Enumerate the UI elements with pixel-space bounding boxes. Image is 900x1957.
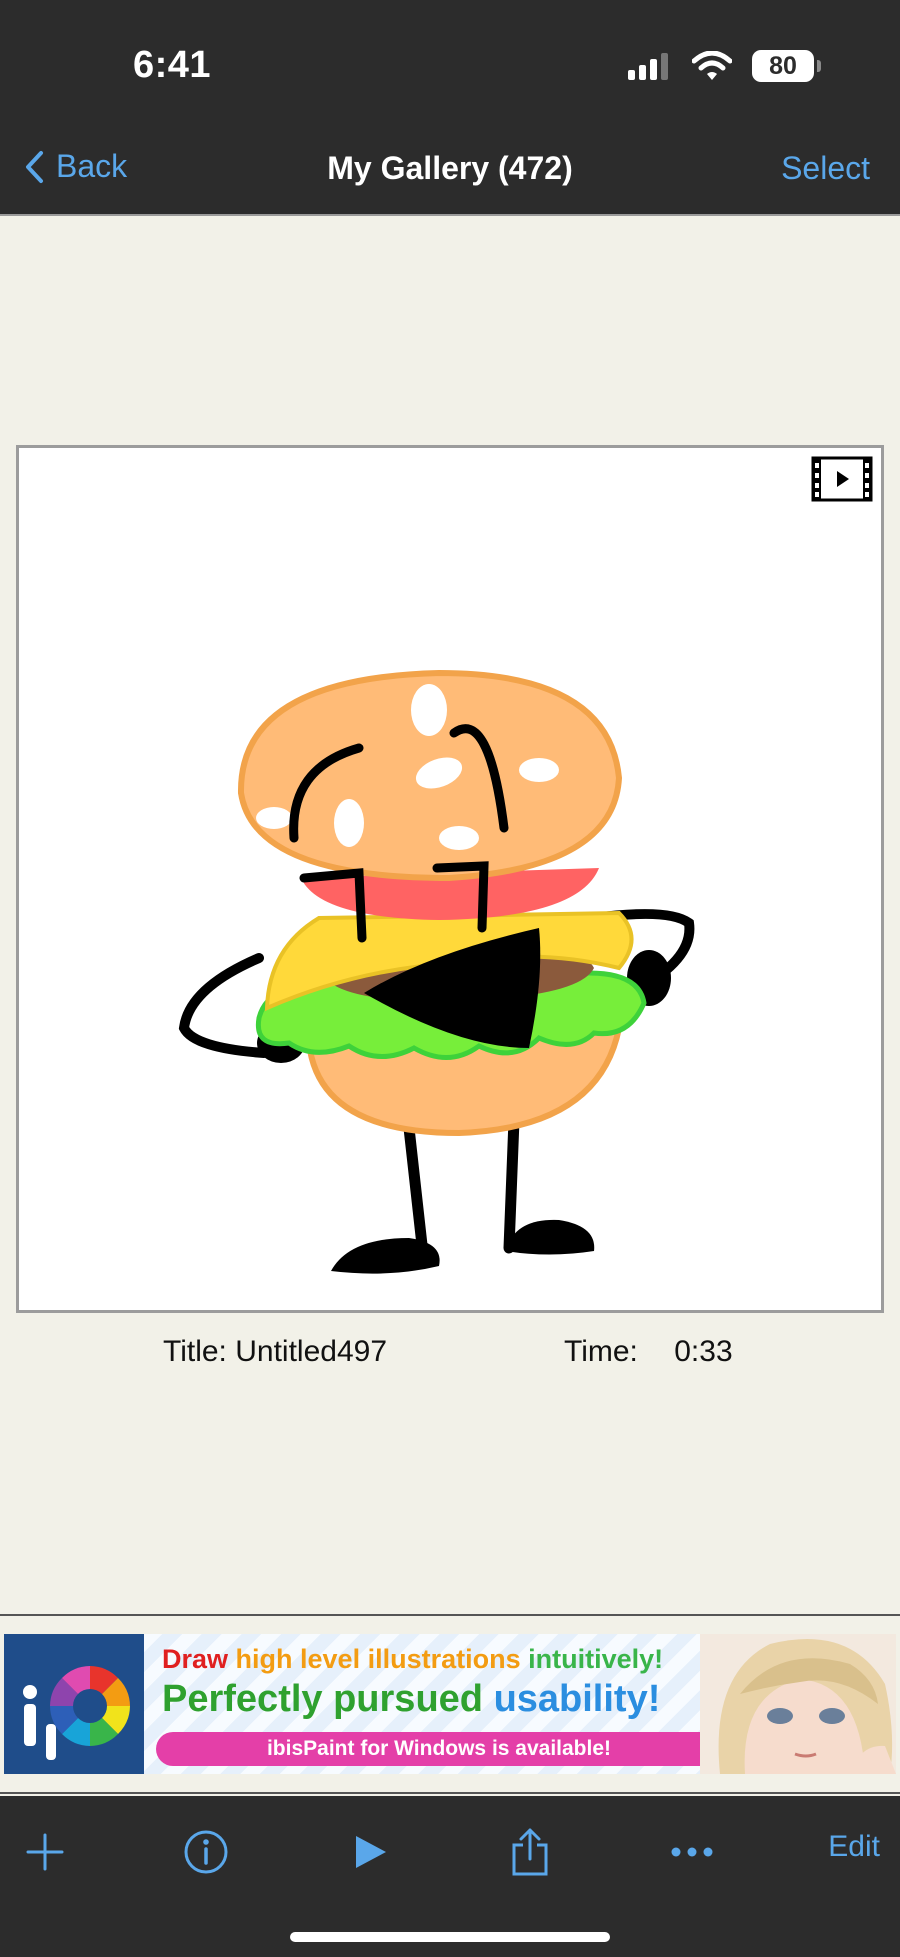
divider [0, 1614, 900, 1616]
ad-cta-pill: ibisPaint for Windows is available! [156, 1732, 722, 1766]
plus-icon [26, 1833, 64, 1871]
play-icon [356, 1836, 386, 1868]
ad-slogan: Perfectly pursued usability! [162, 1678, 660, 1721]
movie-play-icon[interactable] [811, 456, 873, 502]
status-icons: 80 [628, 50, 821, 82]
ad-slogan-part: Perfectly pursued [162, 1678, 483, 1720]
more-button[interactable] [662, 1822, 722, 1882]
share-button[interactable] [500, 1822, 560, 1882]
signal-icon [628, 53, 668, 80]
title-value: Untitled497 [235, 1335, 388, 1368]
bottom-toolbar: Edit [0, 1796, 900, 1957]
status-bar: 6:41 80 [0, 0, 900, 110]
ad-headline-part: Draw [162, 1644, 229, 1674]
battery-icon: 80 [752, 50, 821, 82]
navigation-bar: Back My Gallery (472) Select [0, 110, 900, 216]
page-title: My Gallery (472) [327, 150, 573, 186]
select-button[interactable]: Select [781, 150, 870, 187]
info-icon [184, 1830, 228, 1874]
ad-headline-part: high level illustrations [235, 1644, 521, 1674]
ad-slogan-part: usability! [493, 1678, 661, 1720]
info-button[interactable] [176, 1822, 236, 1882]
ad-headline: Draw high level illustrations intuitivel… [162, 1644, 663, 1675]
artwork-preview[interactable] [16, 445, 884, 1313]
status-time: 6:41 [133, 44, 212, 86]
ad-character-illustration [700, 1634, 896, 1774]
time-value: 0:33 [674, 1335, 733, 1368]
home-indicator[interactable] [290, 1932, 610, 1942]
play-button[interactable] [340, 1822, 400, 1882]
ibispaint-logo-icon [4, 1634, 144, 1774]
ad-headline-part: intuitively! [528, 1644, 664, 1674]
edit-button[interactable]: Edit [828, 1830, 880, 1864]
ad-banner[interactable]: Draw high level illustrations intuitivel… [4, 1634, 896, 1774]
title-label: Title: [163, 1335, 227, 1368]
add-button[interactable] [15, 1822, 75, 1882]
artwork-time: Time: 0:33 [564, 1335, 733, 1369]
share-icon [512, 1828, 548, 1876]
more-icon [671, 1847, 713, 1857]
time-label: Time: [564, 1335, 638, 1368]
wifi-icon [692, 51, 732, 80]
divider [0, 1792, 900, 1794]
burger-drawing [178, 669, 695, 1274]
artwork-title: Title: Untitled497 [163, 1335, 387, 1369]
battery-level: 80 [769, 51, 797, 80]
